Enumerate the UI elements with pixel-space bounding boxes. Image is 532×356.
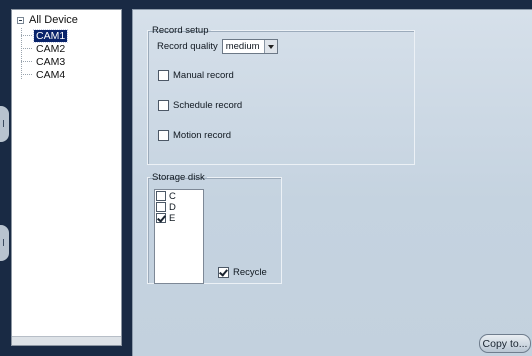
disk-item-e[interactable]: E — [156, 212, 203, 224]
record-setup-group: Record setup Record quality medium Manua… — [147, 25, 415, 165]
splitter-grip-upper[interactable] — [0, 106, 9, 142]
recycle-label: Recycle — [233, 267, 267, 278]
schedule-record-label: Schedule record — [173, 100, 243, 111]
tree-item-label: CAM3 — [36, 55, 66, 68]
tree-item-cam3[interactable]: CAM3 — [21, 55, 67, 68]
record-quality-select[interactable]: medium — [221, 39, 278, 54]
motion-record-row: Motion record — [158, 130, 231, 141]
manual-record-label: Manual record — [173, 70, 234, 81]
record-quality-value: medium — [225, 41, 260, 52]
tree-item-cam4[interactable]: CAM4 — [21, 68, 67, 81]
record-quality-row: Record quality medium — [157, 39, 278, 54]
storage-disk-title: Storage disk — [152, 172, 205, 183]
settings-panel: Record setup Record quality medium Manua… — [132, 9, 532, 356]
disk-item-d[interactable]: D — [156, 201, 203, 213]
tree-root-label: All Device — [29, 14, 78, 26]
disk-item-c[interactable]: C — [156, 190, 203, 202]
tree-root-all-device[interactable]: All Device — [17, 13, 78, 27]
tree-item-label: CAM4 — [36, 68, 66, 81]
storage-disk-group: Storage disk C D E Recycle — [147, 172, 282, 284]
schedule-record-checkbox[interactable] — [158, 100, 169, 111]
tree-item-cam1[interactable]: CAM1 — [21, 28, 69, 43]
disk-list[interactable]: C D E — [154, 189, 204, 284]
record-setup-title: Record setup — [152, 25, 209, 36]
collapse-icon[interactable] — [17, 16, 24, 24]
disk-label: C — [169, 190, 176, 202]
disk-e-checkbox[interactable] — [156, 213, 166, 223]
device-tree: All Device CAM1 CAM2 CAM3 CAM4 — [11, 9, 122, 346]
schedule-record-row: Schedule record — [158, 100, 242, 111]
tree-item-cam2[interactable]: CAM2 — [21, 42, 67, 55]
tree-horizontal-scrollbar[interactable] — [12, 336, 121, 345]
recycle-row: Recycle — [218, 267, 267, 278]
disk-label: E — [169, 212, 176, 224]
motion-record-checkbox[interactable] — [158, 130, 169, 141]
tree-item-label: CAM2 — [36, 42, 66, 55]
manual-record-checkbox[interactable] — [158, 70, 169, 81]
tree-item-label: CAM1 — [32, 28, 69, 43]
record-quality-label: Record quality — [157, 41, 218, 52]
recycle-checkbox[interactable] — [218, 267, 229, 278]
manual-record-row: Manual record — [158, 70, 234, 81]
chevron-down-icon[interactable] — [263, 40, 277, 53]
disk-label: D — [169, 201, 176, 213]
splitter-grip-lower[interactable] — [0, 225, 9, 261]
disk-c-checkbox[interactable] — [156, 191, 166, 201]
motion-record-label: Motion record — [173, 130, 232, 141]
disk-d-checkbox[interactable] — [156, 202, 166, 212]
copy-to-button[interactable]: Copy to... — [479, 334, 531, 353]
